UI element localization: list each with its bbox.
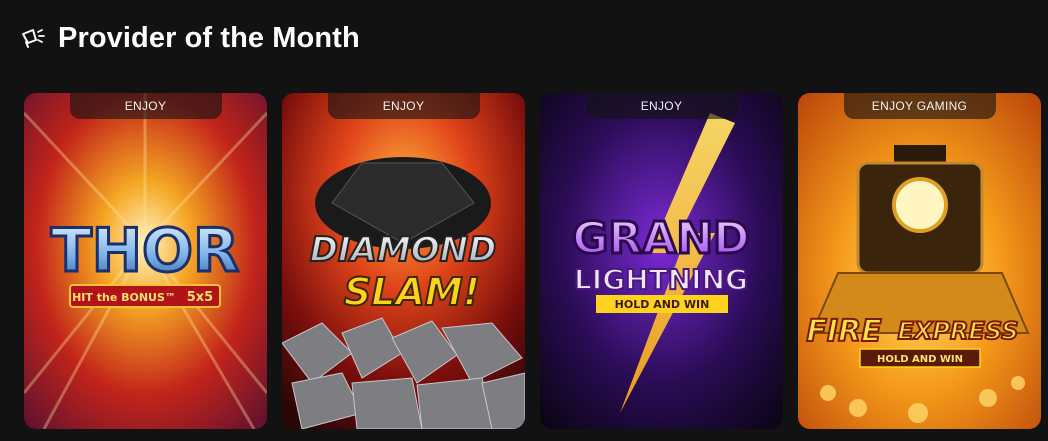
logo-line1: DIAMOND: [310, 230, 497, 270]
game-card-grand-lightning[interactable]: GRAND LIGHTNING HOLD AND WIN ENJOY: [540, 93, 783, 429]
game-art-grand-lightning: GRAND LIGHTNING HOLD AND WIN: [540, 93, 783, 429]
logo-badge: HOLD AND WIN: [615, 298, 710, 311]
logo-main: THOR: [51, 216, 239, 286]
logo-badge-left: HIT the BONUS™: [72, 291, 176, 304]
section-title: Provider of the Month: [58, 21, 360, 54]
game-art-fire-express: FIRE EXPRESS HOLD AND WIN: [798, 93, 1041, 429]
game-art-thor: THOR HIT the BONUS™ 5x5: [24, 93, 267, 429]
provider-label: ENJOY: [327, 93, 480, 119]
logo-line2: EXPRESS: [897, 317, 1018, 345]
logo-line1: GRAND: [572, 213, 749, 264]
game-card-fire-express[interactable]: FIRE EXPRESS HOLD AND WIN ENJOY GAMING: [798, 93, 1041, 429]
logo-line2: LIGHTNING: [574, 263, 748, 296]
game-art-diamond-slam: DIAMOND SLAM!: [282, 93, 525, 429]
megaphone-icon: [18, 23, 48, 53]
logo-badge-right: 5x5: [187, 290, 213, 305]
game-card-thor[interactable]: THOR HIT the BONUS™ 5x5 ENJOY: [24, 93, 267, 429]
logo-line2: SLAM!: [344, 270, 480, 314]
provider-label: ENJOY: [585, 93, 738, 119]
logo-line1: FIRE: [806, 314, 882, 349]
logo-badge: HOLD AND WIN: [877, 354, 963, 365]
game-card-diamond-slam[interactable]: DIAMOND SLAM! ENJOY: [282, 93, 525, 429]
section-header: Provider of the Month: [18, 18, 360, 58]
provider-label: ENJOY: [69, 93, 222, 119]
provider-label: ENJOY GAMING: [843, 93, 996, 119]
game-card-list: THOR HIT the BONUS™ 5x5 ENJOY DIAMOND SL…: [24, 93, 1041, 429]
